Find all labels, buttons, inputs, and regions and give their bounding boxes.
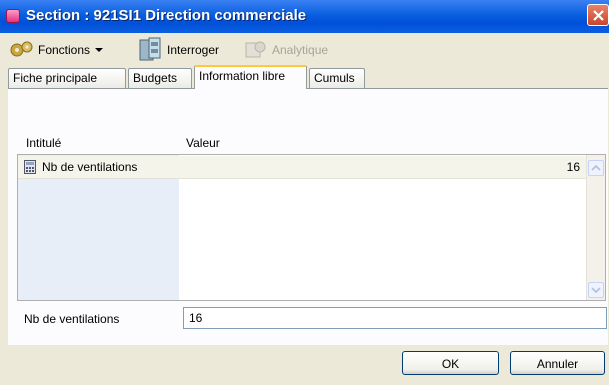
functions-label: Fonctions [38, 43, 91, 57]
query-button[interactable]: Interroger [137, 36, 219, 64]
functions-menu-button[interactable]: Fonctions [8, 36, 104, 64]
window-title: Section : 921SI1 Direction commerciale [26, 7, 307, 24]
column-header-intitule[interactable]: Intitulé [26, 136, 61, 150]
title-bar[interactable]: Section : 921SI1 Direction commerciale [0, 0, 609, 33]
detail-label: Nb de ventilations [24, 312, 120, 326]
tab-cumuls[interactable]: Cumuls [309, 68, 365, 88]
calculator-icon [24, 160, 36, 177]
tab-information-libre[interactable]: Information libre [194, 65, 307, 89]
vertical-scrollbar[interactable] [586, 155, 605, 300]
close-icon [593, 10, 604, 21]
info-grid[interactable]: Nb de ventilations 16 [17, 154, 606, 301]
column-header-valeur[interactable]: Valeur [186, 136, 220, 150]
gears-icon [8, 39, 34, 62]
row-label: Nb de ventilations [42, 160, 138, 174]
close-button[interactable] [587, 4, 609, 26]
cabinet-icon [137, 36, 163, 65]
cancel-button[interactable]: Annuler [510, 351, 605, 375]
detail-value-input[interactable] [183, 307, 607, 329]
scroll-down-button[interactable] [588, 282, 604, 298]
section-icon [6, 9, 20, 23]
chevron-down-icon [95, 48, 104, 52]
chevron-down-icon [591, 287, 601, 294]
chevron-up-icon [591, 164, 601, 171]
ok-button[interactable]: OK [402, 351, 499, 375]
query-label: Interroger [167, 43, 220, 57]
row-value: 16 [566, 160, 580, 174]
scroll-up-button[interactable] [588, 160, 604, 176]
analytics-label: Analytique [272, 43, 329, 57]
grid-header: Intitulé Valeur [16, 134, 606, 152]
gears-disabled-icon [244, 38, 268, 63]
table-row[interactable]: Nb de ventilations 16 [18, 156, 586, 179]
tab-budgets[interactable]: Budgets [128, 68, 192, 88]
analytics-button[interactable]: Analytique [244, 36, 328, 64]
tab-fiche-principale[interactable]: Fiche principale [8, 68, 126, 88]
